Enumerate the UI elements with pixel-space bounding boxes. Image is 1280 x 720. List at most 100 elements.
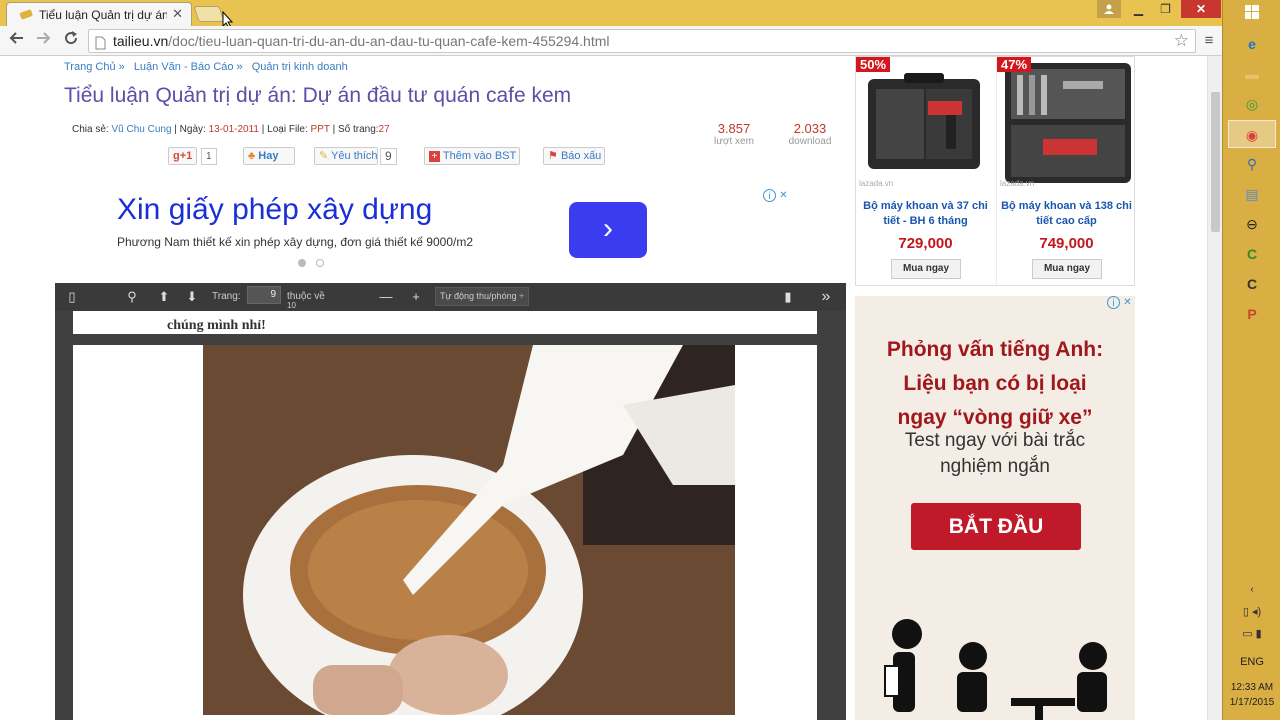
tool-kit-image bbox=[1005, 63, 1131, 183]
downloads-stat: 2.033 download bbox=[788, 121, 832, 147]
c-app-icon[interactable]: C bbox=[1228, 270, 1276, 298]
restore-button[interactable]: ❐ bbox=[1152, 0, 1179, 18]
next-page-icon[interactable]: ⬇ bbox=[183, 288, 201, 306]
page-input[interactable]: 9 bbox=[247, 286, 281, 304]
search-app-icon[interactable]: ⚲ bbox=[1228, 150, 1276, 178]
gplus-count: 1 bbox=[201, 148, 217, 165]
gplus-button[interactable]: g+1 bbox=[168, 147, 198, 165]
page-scrollbar[interactable] bbox=[1207, 56, 1222, 720]
breadcrumb: Trang Chủ » Luận Văn - Báo Cáo » Quản tr… bbox=[64, 61, 354, 73]
add-collection-button[interactable]: + Thêm vào BST bbox=[424, 147, 520, 165]
media-app-icon[interactable]: ⊖ bbox=[1228, 210, 1276, 238]
coffee-cup-photo bbox=[203, 345, 735, 715]
clock-date[interactable]: 1/17/2015 bbox=[1223, 697, 1280, 708]
ad-close-icon[interactable]: ✕ bbox=[777, 189, 790, 202]
powerpoint-icon[interactable]: P bbox=[1228, 300, 1276, 328]
bookmark-icon[interactable]: ▮ bbox=[779, 288, 797, 306]
buy-now-button[interactable]: Mua ngay bbox=[1032, 259, 1102, 279]
hamburger-menu-icon[interactable]: ≡ bbox=[1198, 30, 1220, 52]
drill-case-image bbox=[868, 73, 980, 169]
banner-ad-arrow-button[interactable]: › bbox=[569, 202, 647, 258]
product-name[interactable]: Bộ máy khoan và 37 chi tiết - BH 6 tháng bbox=[856, 199, 995, 229]
viewer-toolbar: ▯ ⚲ ⬆ ⬇ Trang: 9 thuộc về 10 — + Tự động… bbox=[55, 283, 846, 311]
side-ad-line1: Phỏng vấn tiếng Anh: bbox=[886, 338, 1104, 361]
like-count: 9 bbox=[380, 148, 397, 165]
product-source: lazada.vn bbox=[859, 179, 894, 188]
zoom-in-button[interactable]: + bbox=[407, 288, 425, 306]
browser-title-bar: Tiểu luận Quản trị dự án: D ✕ ▁ ❐ ✕ bbox=[0, 0, 1222, 29]
product-source: lazada.vn bbox=[1000, 179, 1035, 188]
pdf-page-current bbox=[73, 345, 817, 720]
tab-close-button[interactable]: ✕ bbox=[172, 6, 183, 22]
document-viewer[interactable]: chúng mình nhỉ! bbox=[55, 311, 846, 720]
chrome-active-icon[interactable]: ◉ bbox=[1228, 120, 1276, 148]
thumbs-up-icon: ♣ bbox=[248, 150, 256, 162]
new-tab-button[interactable] bbox=[193, 6, 225, 22]
user-profile-button[interactable] bbox=[1097, 0, 1121, 18]
file-explorer-icon[interactable]: ▬ bbox=[1228, 60, 1276, 88]
clock-time[interactable]: 12:33 AM bbox=[1223, 682, 1280, 693]
close-window-button[interactable]: ✕ bbox=[1181, 0, 1221, 18]
forward-arrow-icon[interactable] bbox=[32, 30, 54, 52]
report-button[interactable]: ⚑ Báo xấu bbox=[543, 147, 605, 165]
browser-toolbar: tailieu.vn/doc/tieu-luan-quan-tri-du-an-… bbox=[0, 26, 1222, 56]
side-ad-line3: ngay “vòng giữ xe” bbox=[897, 406, 1093, 429]
banner-ad-headline[interactable]: Xin giấy phép xây dựng bbox=[117, 193, 432, 227]
camtasia-icon[interactable]: C bbox=[1228, 240, 1276, 268]
ad-close-icon[interactable]: ✕ bbox=[1121, 296, 1134, 309]
page-label: Trang: bbox=[212, 291, 241, 302]
browser-tab[interactable]: Tiểu luận Quản trị dự án: D ✕ bbox=[6, 2, 192, 26]
internet-explorer-icon[interactable]: e bbox=[1228, 30, 1276, 58]
product-card[interactable]: 50% lazada.vn Bộ máy khoan và 37 chi tiế… bbox=[856, 57, 995, 287]
carousel-dot[interactable] bbox=[316, 259, 324, 267]
product-name[interactable]: Bộ máy khoan và 138 chi tiết cao cấp bbox=[997, 199, 1136, 229]
side-ad[interactable]: i ✕ Phỏng vấn tiếng Anh: Liệu bạn có bị … bbox=[855, 296, 1135, 720]
start-button[interactable]: BẮT ĐẦU bbox=[911, 503, 1081, 550]
bookmark-star-icon[interactable]: ☆ bbox=[1174, 30, 1189, 52]
carousel-dot-active[interactable] bbox=[298, 259, 306, 267]
banner-ad-subtext[interactable]: Phương Nam thiết kế xin phép xây dựng, đ… bbox=[117, 235, 473, 249]
author-link[interactable]: Vũ Chu Cung bbox=[111, 124, 171, 135]
date-value: 13-01-2011 bbox=[208, 124, 259, 135]
side-ad-sub1: Test ngay với bài trắc bbox=[904, 430, 1086, 451]
address-bar[interactable]: tailieu.vn/doc/tieu-luan-quan-tri-du-an-… bbox=[88, 29, 1196, 53]
breadcrumb-category[interactable]: Luận Văn - Báo Cáo » bbox=[134, 61, 243, 73]
breadcrumb-subcategory[interactable]: Quản trị kinh doanh bbox=[252, 61, 348, 73]
filetype-value: PPT bbox=[310, 124, 330, 135]
discount-badge: 47% bbox=[997, 57, 1032, 72]
flag-icon: ⚑ bbox=[548, 150, 558, 162]
previous-page-icon[interactable]: ⬆ bbox=[155, 288, 173, 306]
adchoices-icon[interactable]: i bbox=[1107, 296, 1120, 309]
windows-taskbar: e ▬ ◎ ◉ ⚲ ▤ ⊖ C C P ‹ ▯ ◂) ▭ ▮ ENG 12:33… bbox=[1222, 0, 1280, 720]
zoom-select[interactable]: Tự động thu/phóng ÷ bbox=[435, 287, 529, 306]
reload-icon[interactable] bbox=[60, 30, 82, 52]
sidebar-toggle-icon[interactable]: ▯ bbox=[63, 288, 81, 306]
back-arrow-icon[interactable] bbox=[6, 30, 28, 52]
product-price: 749,000 bbox=[1039, 235, 1094, 252]
notepad-icon[interactable]: ▤ bbox=[1228, 180, 1276, 208]
language-indicator[interactable]: ENG bbox=[1223, 656, 1280, 668]
search-icon[interactable]: ⚲ bbox=[123, 288, 141, 306]
network-icons[interactable]: ▭ ▮ bbox=[1228, 620, 1276, 648]
zoom-out-button[interactable]: — bbox=[377, 288, 395, 306]
like-button[interactable]: ✎ Yêu thích bbox=[314, 147, 378, 165]
page-content: Trang Chủ » Luận Văn - Báo Cáo » Quản tr… bbox=[0, 56, 1222, 720]
page-icon bbox=[95, 34, 106, 56]
hay-button[interactable]: ♣ Hay bbox=[243, 147, 295, 165]
adchoices-icon[interactable]: i bbox=[763, 189, 776, 202]
buy-now-button[interactable]: Mua ngay bbox=[891, 259, 961, 279]
chrome-app-icon[interactable]: ◎ bbox=[1228, 90, 1276, 118]
more-tools-button[interactable]: » bbox=[817, 288, 835, 306]
start-windows-icon[interactable] bbox=[1228, 0, 1276, 28]
side-ad-line2: Liệu bạn có bị loại bbox=[903, 372, 1087, 395]
minimize-button[interactable]: ▁ bbox=[1125, 0, 1152, 18]
product-card[interactable]: 47% lazada.vn Bộ máy khoan và 138 chi ti… bbox=[996, 57, 1135, 287]
page-title: Tiểu luận Quản trị dự án: Dự án đầu tư q… bbox=[64, 84, 572, 107]
discount-badge: 50% bbox=[856, 57, 891, 72]
pencil-icon: ✎ bbox=[319, 150, 329, 162]
scrollbar-thumb[interactable] bbox=[1211, 92, 1220, 232]
interview-illustration bbox=[884, 619, 1107, 720]
plus-icon: + bbox=[429, 151, 440, 162]
breadcrumb-home[interactable]: Trang Chủ » bbox=[64, 61, 125, 73]
document-meta: Chia sẻ: Vũ Chu Cung | Ngày: 13-01-2011 … bbox=[72, 124, 390, 135]
